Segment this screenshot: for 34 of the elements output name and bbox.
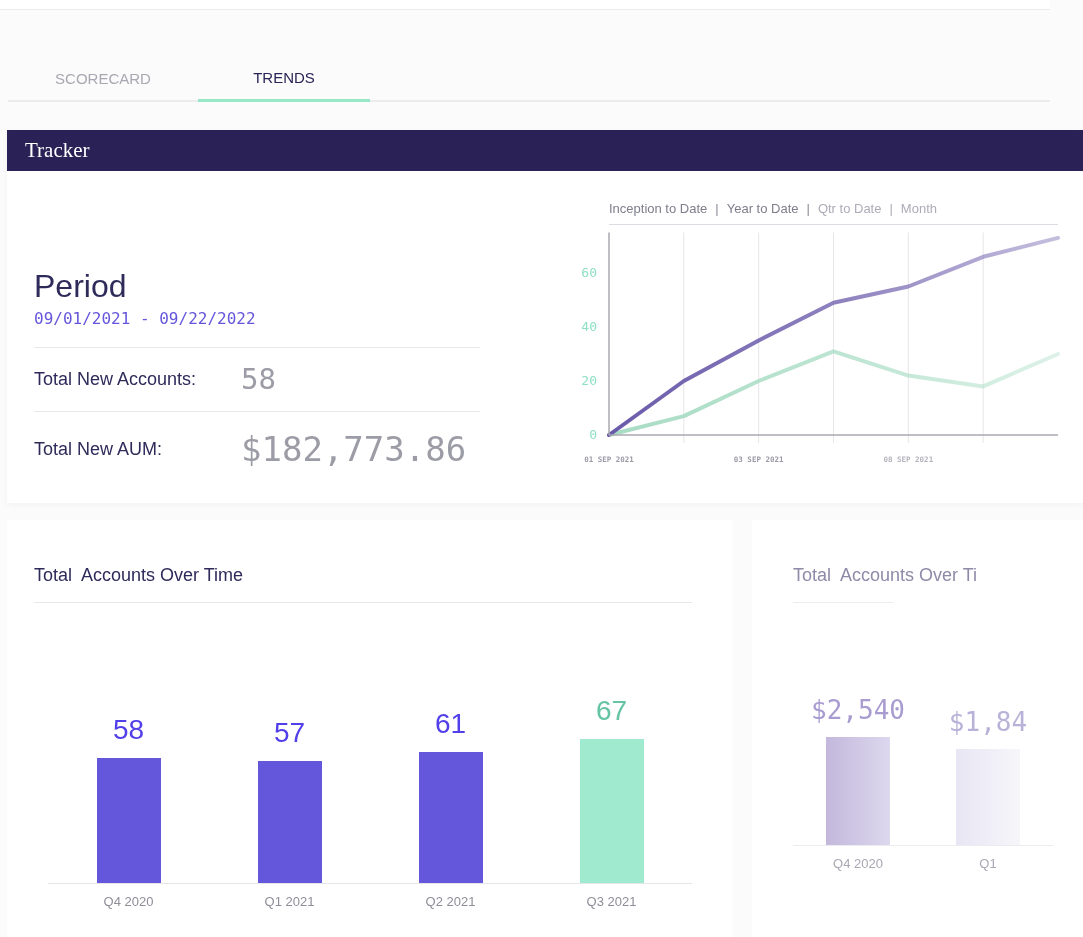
period-option[interactable]: Month <box>900 199 937 219</box>
value-label: 57 <box>273 718 306 747</box>
category-label: Q4 2020 <box>833 855 883 873</box>
stat-value: 58 <box>241 360 276 398</box>
card-title: Total Accounts Over Time <box>34 564 244 587</box>
period-title: Period <box>34 267 128 305</box>
y-tick-label: 20 <box>581 372 597 388</box>
category-label: Q2 2021 <box>425 893 476 912</box>
y-tick-label: 40 <box>581 318 597 334</box>
category-label: Q3 2021 <box>586 893 637 912</box>
period-range: 09/01/2021 - 09/22/2022 <box>34 308 257 330</box>
period-option[interactable]: Year to Date <box>726 199 799 219</box>
y-tick-label: 0 <box>589 426 597 442</box>
value-label: $2,540 <box>811 697 905 723</box>
period-option[interactable]: Inception to Date <box>609 199 708 219</box>
category-label: Q4 2020 <box>103 893 154 912</box>
tab[interactable]: TRENDS <box>198 58 370 102</box>
period-option[interactable]: Qtr to Date <box>817 199 882 219</box>
tracker-title: Tracker <box>25 136 90 164</box>
tab[interactable]: SCORECARD <box>8 58 198 102</box>
stat-value: $182,773.86 <box>241 428 467 471</box>
card-title: Total Accounts Over Ti <box>793 564 978 587</box>
value-label: 61 <box>434 709 467 738</box>
category-label: Q1 2021 <box>264 893 315 912</box>
separator: | <box>889 200 893 218</box>
stat-label: Total New Accounts: <box>34 368 198 391</box>
value-label: 67 <box>595 697 628 725</box>
separator: | <box>715 200 719 218</box>
y-tick-label: 60 <box>581 264 597 280</box>
stat-label: Total New AUM: <box>34 438 164 461</box>
value-label: $1,84 <box>948 709 1028 735</box>
value-label: 58 <box>112 716 145 745</box>
separator: | <box>806 200 810 218</box>
category-label: Q1 <box>979 855 997 873</box>
